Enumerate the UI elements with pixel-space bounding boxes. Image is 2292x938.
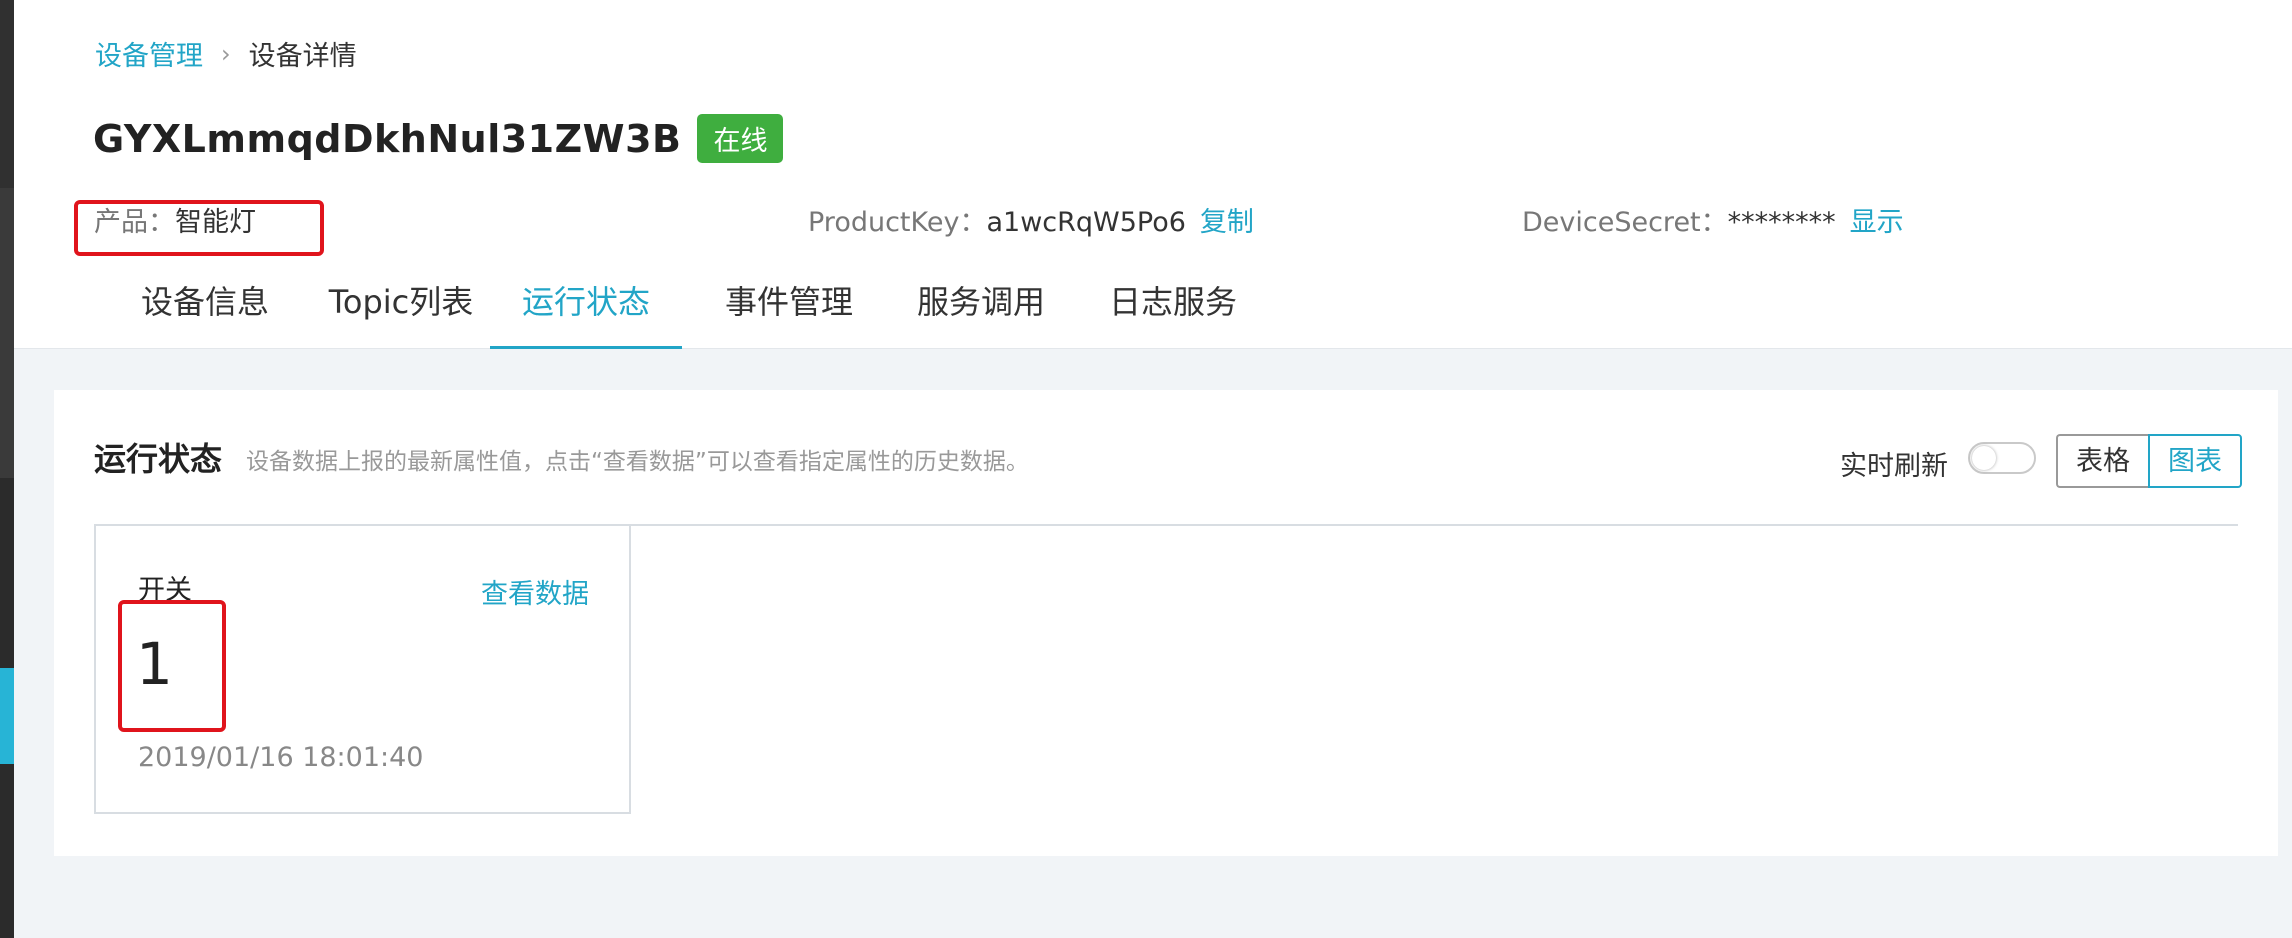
tab-device-info[interactable]: 设备信息 [112, 270, 298, 346]
productkey-label: ProductKey： [808, 207, 987, 238]
copy-productkey-link[interactable]: 复制 [1200, 207, 1254, 238]
show-secret-link[interactable]: 显示 [1850, 207, 1904, 238]
tab-service-invocation[interactable]: 服务调用 [888, 270, 1074, 346]
annotation-highlight-box [118, 600, 226, 732]
breadcrumb-current: 设备详情 [248, 41, 357, 72]
chevron-right-icon: › [221, 39, 231, 68]
tab-running-status[interactable]: 运行状态 [490, 270, 682, 349]
chart-view-button[interactable]: 图表 [2148, 434, 2242, 488]
devicesecret-value: ******** [1727, 207, 1836, 238]
breadcrumb-device-management-link[interactable]: 设备管理 [95, 34, 203, 73]
sidebar-strip-segment [0, 0, 14, 188]
panel-title: 运行状态 [94, 440, 223, 478]
sidebar-active-indicator [0, 668, 14, 764]
annotation-highlight-box [74, 200, 324, 256]
devicesecret-label: DeviceSecret： [1522, 207, 1728, 238]
property-timestamp: 2019/01/16 18:01:40 [138, 742, 424, 773]
tab-event-management[interactable]: 事件管理 [696, 270, 882, 346]
status-badge: 在线 [697, 114, 784, 163]
view-mode-switch: 表格 图表 [2056, 434, 2242, 488]
sidebar-strip-segment [0, 188, 14, 478]
panel-description: 设备数据上报的最新属性值，点击“查看数据”可以查看指定属性的历史数据。 [246, 449, 1029, 475]
realtime-refresh-toggle[interactable] [1968, 442, 2036, 474]
realtime-refresh-label: 实时刷新 [1840, 451, 1948, 482]
page-header: 设备管理 › 设备详情 GYXLmmqdDkhNul31ZW3B 在线 产品：智… [14, 0, 2292, 349]
tab-topic-list[interactable]: Topic列表 [298, 270, 504, 346]
device-name: GYXLmmqdDkhNul31ZW3B [93, 116, 682, 161]
property-card: 开关 查看数据 1 2019/01/16 18:01:40 [94, 526, 631, 814]
running-status-panel: 运行状态 设备数据上报的最新属性值，点击“查看数据”可以查看指定属性的历史数据。… [54, 390, 2278, 856]
device-title-row: GYXLmmqdDkhNul31ZW3B 在线 [93, 114, 784, 163]
productkey-value: a1wcRqW5Po6 [986, 207, 1186, 238]
table-view-button[interactable]: 表格 [2056, 434, 2148, 488]
productkey-info: ProductKey：a1wcRqW5Po6 复制 [808, 200, 1254, 239]
tab-log-service[interactable]: 日志服务 [1080, 270, 1266, 346]
view-data-link[interactable]: 查看数据 [481, 572, 589, 611]
devicesecret-info: DeviceSecret：******** 显示 [1522, 200, 1904, 239]
left-sidebar-strip [0, 0, 14, 938]
toggle-knob [1972, 446, 1996, 470]
breadcrumb: 设备管理 › 设备详情 [95, 34, 357, 73]
tab-bar: 设备信息 Topic列表 运行状态 事件管理 服务调用 日志服务 [14, 270, 2292, 349]
